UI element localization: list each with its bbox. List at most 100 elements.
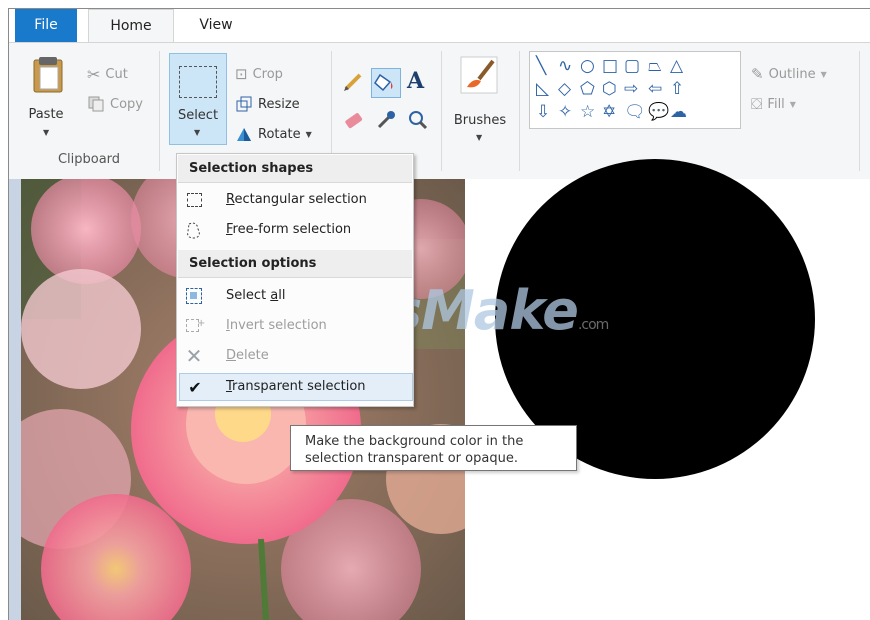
eraser-tool[interactable] (342, 109, 364, 131)
select-dropdown-menu: Selection shapes Rectangular selection F… (176, 153, 414, 407)
diamond-icon[interactable]: ◇ (558, 79, 571, 99)
tab-home[interactable]: Home (88, 9, 174, 44)
right-triangle-icon[interactable]: ◺ (536, 79, 549, 99)
fill-button[interactable]: ⛋ Fill ▼ (751, 93, 796, 115)
oval-callout-icon[interactable]: 💬 (648, 102, 669, 122)
copy-label: Copy (110, 96, 143, 112)
fill-tool[interactable] (371, 68, 401, 98)
group-divider (519, 51, 520, 171)
select-label: Select (177, 108, 219, 123)
fill-label: Fill (767, 96, 785, 112)
cut-button[interactable]: ✂ Cut (87, 63, 128, 85)
resize-label: Resize (258, 96, 300, 112)
watermark-suffix: .com (577, 317, 609, 333)
group-divider (859, 51, 860, 171)
line-icon[interactable]: ╲ (536, 56, 546, 76)
brush-icon (460, 56, 498, 94)
clipboard-icon (33, 57, 63, 93)
color-picker-tool[interactable] (375, 109, 397, 131)
rectangle-icon[interactable]: □ (602, 56, 618, 76)
free-form-selection-label: Free-form selection (226, 222, 352, 237)
paste-label: Paste (28, 107, 64, 122)
copy-button[interactable]: Copy (87, 93, 143, 115)
eraser-icon (345, 113, 363, 129)
five-point-star-icon[interactable]: ☆ (580, 102, 595, 122)
down-arrow-icon[interactable]: ⇩ (536, 102, 550, 122)
free-form-selection-item[interactable]: Free-form selection (179, 216, 411, 244)
rotate-button[interactable]: Rotate ▼ (235, 123, 312, 145)
chevron-down-icon: ▼ (789, 99, 796, 109)
rectangular-selection-label: Rectangular selection (226, 192, 367, 207)
six-point-star-icon[interactable]: ✡ (602, 102, 616, 122)
rectangular-selection-icon (179, 66, 217, 98)
free-form-dashed-icon (184, 220, 204, 240)
invert-selection-item[interactable]: + Invert selection (179, 312, 411, 340)
rectangular-selection-item[interactable]: Rectangular selection (179, 186, 411, 214)
text-a-icon: A (407, 68, 425, 94)
cut-label: Cut (105, 66, 128, 82)
rounded-rectangle-icon[interactable]: ▢ (624, 56, 640, 76)
chevron-down-icon: ▼ (43, 128, 50, 137)
select-all-item[interactable]: Select all (179, 282, 411, 310)
paint-window: File Home View Paste ▼ ✂ Cut Copy Clipbo… (8, 8, 870, 620)
crop-button[interactable]: ⊡ Crop (235, 63, 283, 85)
transparent-selection-label: Transparent selection (226, 379, 366, 394)
left-arrow-icon[interactable]: ⇦ (648, 79, 662, 99)
tooltip-line-2: selection transparent or opaque. (305, 451, 518, 466)
up-arrow-icon[interactable]: ⇧ (670, 79, 684, 99)
delete-item[interactable]: ✕ Delete (179, 342, 411, 370)
text-tool[interactable]: A (407, 68, 429, 94)
polygon-icon[interactable]: ⏢ (648, 56, 662, 76)
outline-button[interactable]: ✎ Outline ▼ (751, 63, 827, 85)
magnifier-tool[interactable] (407, 109, 429, 131)
crop-label: Crop (252, 66, 283, 82)
hexagon-icon[interactable]: ⬡ (602, 79, 617, 99)
chevron-down-icon: ▼ (476, 133, 483, 142)
rotate-icon (237, 128, 251, 141)
clipboard-group-label: Clipboard (57, 152, 121, 167)
tooltip-line-1: Make the background color in the (305, 434, 524, 449)
four-point-star-icon[interactable]: ✧ (558, 102, 572, 122)
group-divider (159, 51, 160, 171)
delete-label: Delete (226, 348, 269, 363)
invert-selection-label: Invert selection (226, 318, 327, 333)
checkmark-icon: ✔ (188, 378, 202, 397)
cloud-callout-icon[interactable]: ☁ (670, 102, 687, 122)
shapes-gallery[interactable]: ╲ ∿ ○ □ ▢ ⏢ △ ◺ ◇ ⬠ ⬡ ⇨ ⇦ ⇧ ⇩ ✧ ☆ ✡ 🗨 💬 … (529, 51, 741, 129)
paste-button[interactable]: Paste ▼ (21, 53, 71, 148)
curve-icon[interactable]: ∿ (558, 56, 572, 76)
resize-button[interactable]: Resize (235, 93, 300, 115)
chevron-down-icon: ▼ (305, 129, 312, 139)
transparent-selection-tooltip: Make the background color in the selecti… (290, 425, 577, 471)
fill-bucket-icon: ⛋ (751, 95, 763, 113)
selection-shapes-header: Selection shapes (178, 155, 412, 183)
outline-brush-icon: ✎ (751, 65, 764, 83)
oval-icon[interactable]: ○ (580, 56, 595, 76)
pencil-tool[interactable] (342, 71, 364, 93)
select-all-icon (184, 286, 204, 306)
eyedropper-icon (377, 111, 395, 129)
paint-bucket-icon (374, 73, 393, 92)
tab-file[interactable]: File (15, 9, 77, 42)
transparent-selection-item[interactable]: ✔ Transparent selection (179, 373, 413, 401)
pencil-icon (344, 73, 362, 91)
right-arrow-icon[interactable]: ⇨ (624, 79, 638, 99)
selection-options-header: Selection options (178, 250, 412, 278)
chevron-down-icon: ▼ (194, 128, 201, 137)
group-divider (441, 51, 442, 171)
rotate-label: Rotate (258, 126, 301, 142)
brushes-label: Brushes (453, 113, 507, 128)
pentagon-icon[interactable]: ⬠ (580, 79, 595, 99)
select-button[interactable]: Select ▼ (169, 53, 227, 145)
tab-view[interactable]: View (191, 9, 241, 42)
outline-label: Outline (768, 66, 816, 82)
rectangle-dashed-icon (184, 190, 204, 210)
scissors-icon: ✂ (87, 64, 101, 84)
triangle-icon[interactable]: △ (670, 56, 683, 76)
resize-icon (236, 96, 252, 112)
magnifier-icon (409, 111, 428, 130)
brushes-button[interactable]: Brushes ▼ (449, 53, 511, 148)
select-all-label: Select all (226, 288, 286, 303)
chevron-down-icon: ▼ (820, 69, 827, 79)
rectangular-callout-icon[interactable]: 🗨 (624, 102, 646, 122)
